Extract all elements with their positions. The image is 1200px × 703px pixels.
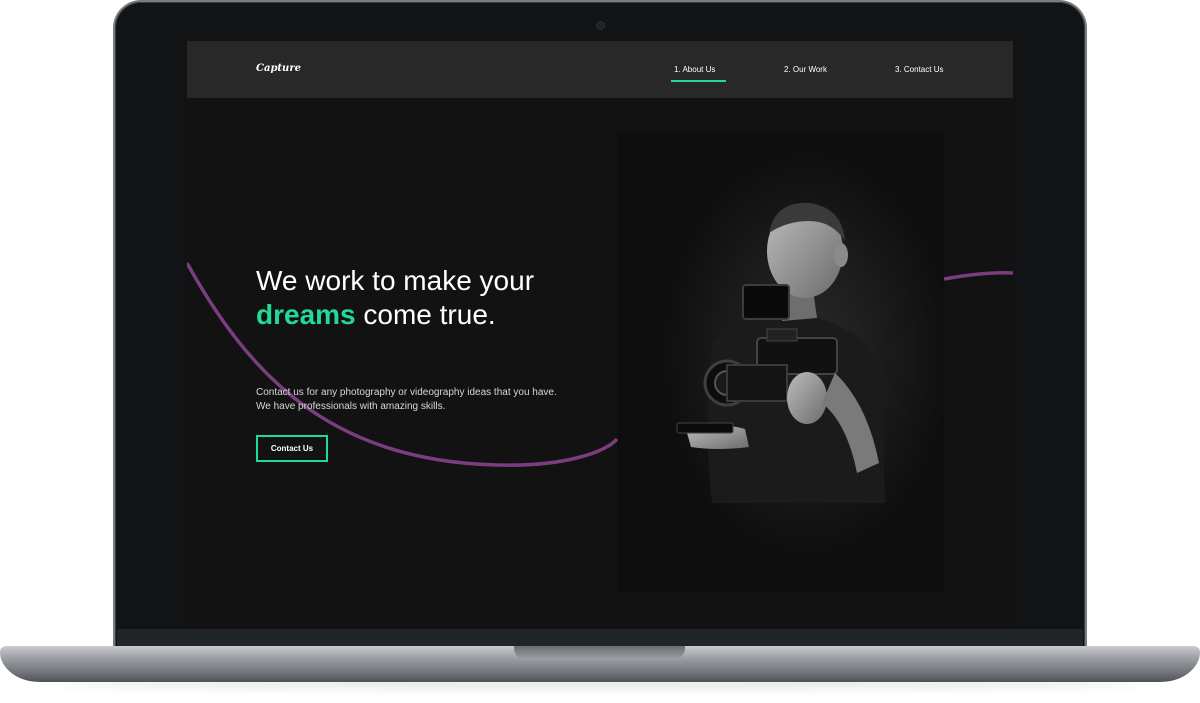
laptop-notch	[514, 646, 685, 660]
decorative-curve-line	[187, 262, 1013, 467]
description-line-2: We have professionals with amazing skill…	[256, 401, 446, 412]
contact-us-button[interactable]: Contact Us	[256, 435, 328, 462]
headline-highlight: dreams	[256, 299, 356, 330]
hero-description: Contact us for any photography or videog…	[256, 386, 596, 414]
webcam-icon	[596, 21, 605, 30]
laptop-mockup: Capture 1. About Us 2. Our Work 3. Conta…	[0, 0, 1200, 703]
website-screen: Capture 1. About Us 2. Our Work 3. Conta…	[187, 41, 1013, 629]
headline-text-start: We work to make your	[256, 265, 535, 296]
description-line-1: Contact us for any photography or videog…	[256, 387, 557, 398]
headline-text-end: come true.	[355, 299, 496, 330]
hero-headline: We work to make your dreams come true.	[256, 264, 576, 332]
